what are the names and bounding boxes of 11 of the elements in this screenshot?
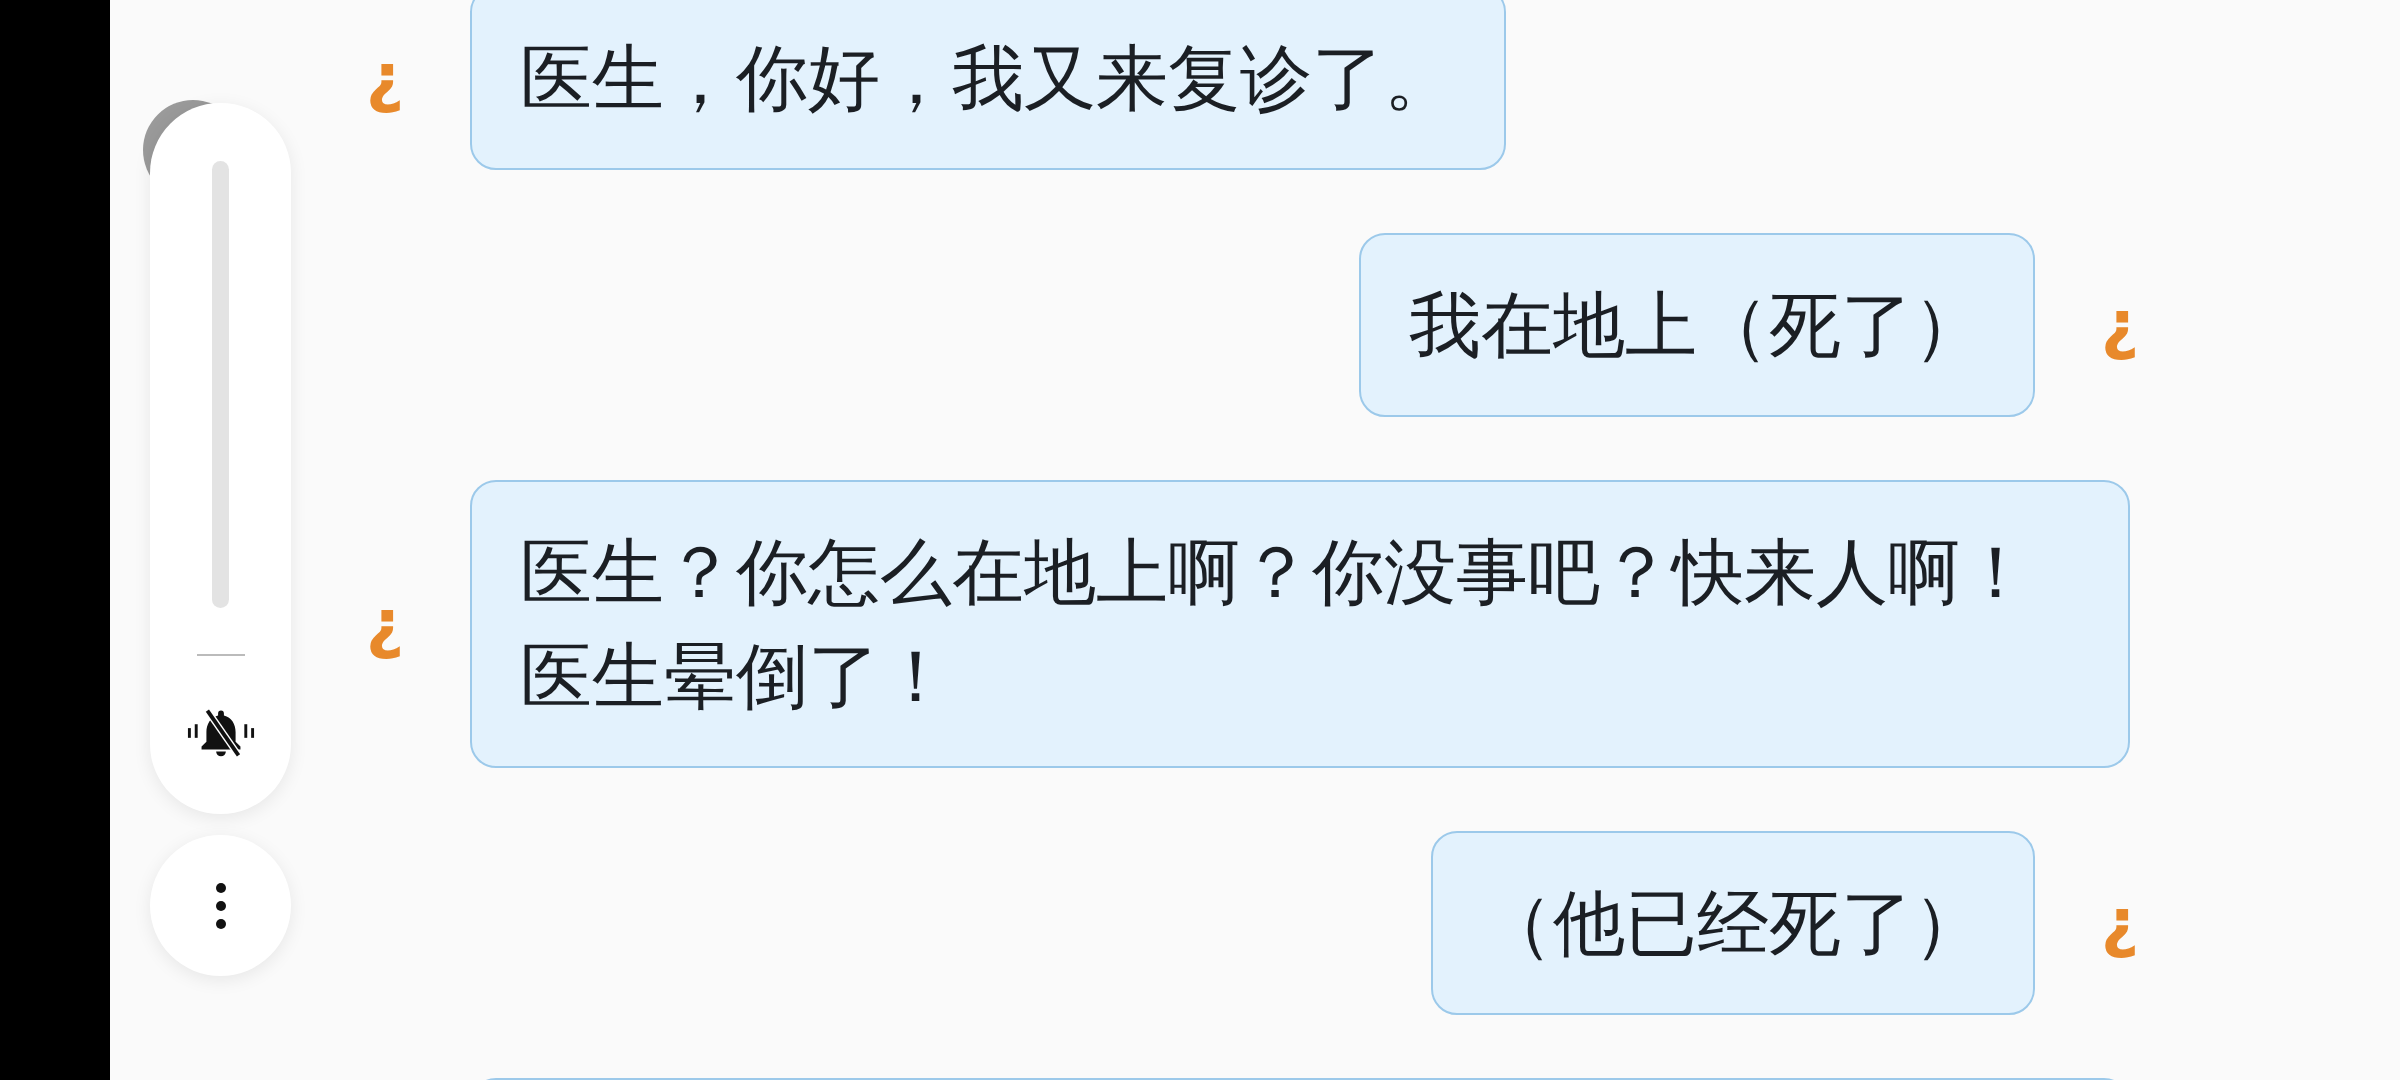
avatar-glyph: ¿ (2099, 890, 2141, 956)
message-bubble: 医生，你好，我又来复诊了。 (470, 0, 1506, 170)
message-bubble: 医生？你怎么在地上啊？你没事吧？快来人啊！医生晕倒了！ (470, 480, 2130, 768)
message-bubble: 我在地上（死了） (1359, 233, 2035, 417)
bell-off-icon[interactable] (185, 706, 256, 758)
avatar-glyph: ¿ (2099, 292, 2141, 358)
message-bubble: （他已经死了） (1431, 831, 2035, 1015)
more-icon (214, 881, 227, 930)
volume-slider[interactable] (212, 161, 229, 608)
avatar-glyph: ¿ (364, 45, 406, 111)
avatar-glyph: ¿ (364, 591, 406, 657)
